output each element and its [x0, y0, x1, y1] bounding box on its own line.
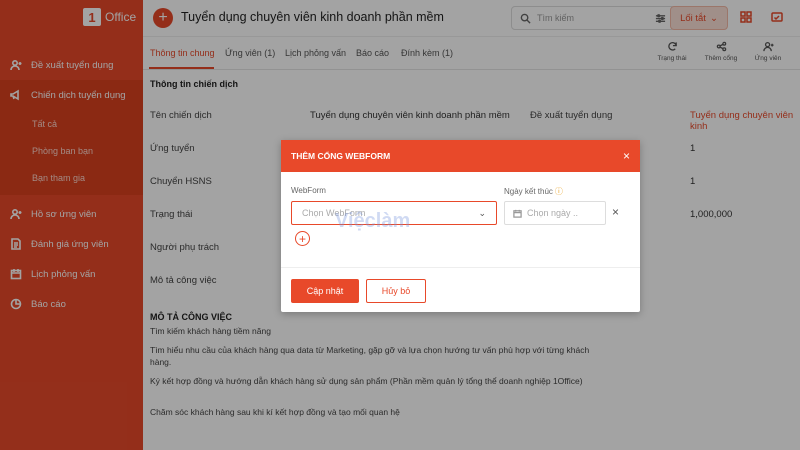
end-date-label: Ngày kết thúc: [504, 187, 553, 196]
webform-label: WebForm: [291, 186, 326, 195]
end-date-value: Chọn ngày ..: [527, 208, 579, 218]
modal-footer: Cập nhật Hủy bỏ: [281, 267, 640, 312]
chevron-down-icon: ⌄: [478, 207, 486, 218]
end-date-picker[interactable]: Chọn ngày ..: [504, 201, 606, 225]
modal-header: THÊM CỔNG WEBFORM ×: [281, 140, 640, 172]
info-icon: ⓘ: [554, 187, 563, 196]
cancel-button[interactable]: Hủy bỏ: [366, 279, 426, 303]
watermark-logo: Việclàm: [335, 210, 411, 232]
close-icon[interactable]: ×: [623, 149, 630, 163]
remove-row-icon[interactable]: ×: [612, 205, 619, 219]
end-date-label-wrap: Ngày kết thúc ⓘ: [504, 186, 563, 197]
modal-title: THÊM CỔNG WEBFORM: [291, 151, 391, 161]
add-row-icon[interactable]: +: [295, 231, 310, 246]
update-button[interactable]: Cập nhật: [291, 279, 359, 303]
calendar-icon: [513, 209, 522, 218]
